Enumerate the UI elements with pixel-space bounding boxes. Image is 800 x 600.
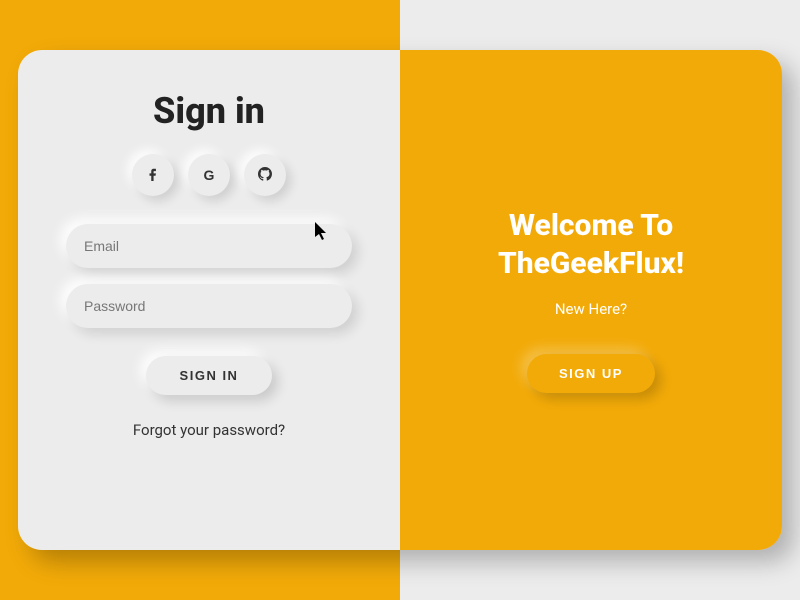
signin-panel: Sign in G SIGN IN Forgot your password? <box>18 50 400 550</box>
google-login-button[interactable]: G <box>188 154 230 196</box>
welcome-subtext: New Here? <box>555 300 627 318</box>
auth-card: Sign in G SIGN IN Forgot your password? … <box>18 50 782 550</box>
signin-title: Sign in <box>153 90 265 132</box>
github-login-button[interactable] <box>244 154 286 196</box>
github-icon <box>258 167 272 184</box>
signin-button[interactable]: SIGN IN <box>146 356 273 395</box>
social-login-row: G <box>132 154 286 196</box>
signup-button[interactable]: SIGN UP <box>527 354 655 393</box>
welcome-panel: Welcome To TheGeekFlux! New Here? SIGN U… <box>400 50 782 550</box>
google-icon: G <box>204 167 215 183</box>
facebook-login-button[interactable] <box>132 154 174 196</box>
welcome-title: Welcome To TheGeekFlux! <box>430 207 752 282</box>
password-field[interactable] <box>66 284 352 328</box>
forgot-password-link[interactable]: Forgot your password? <box>133 421 285 439</box>
facebook-icon <box>146 167 160 184</box>
email-field[interactable] <box>66 224 352 268</box>
